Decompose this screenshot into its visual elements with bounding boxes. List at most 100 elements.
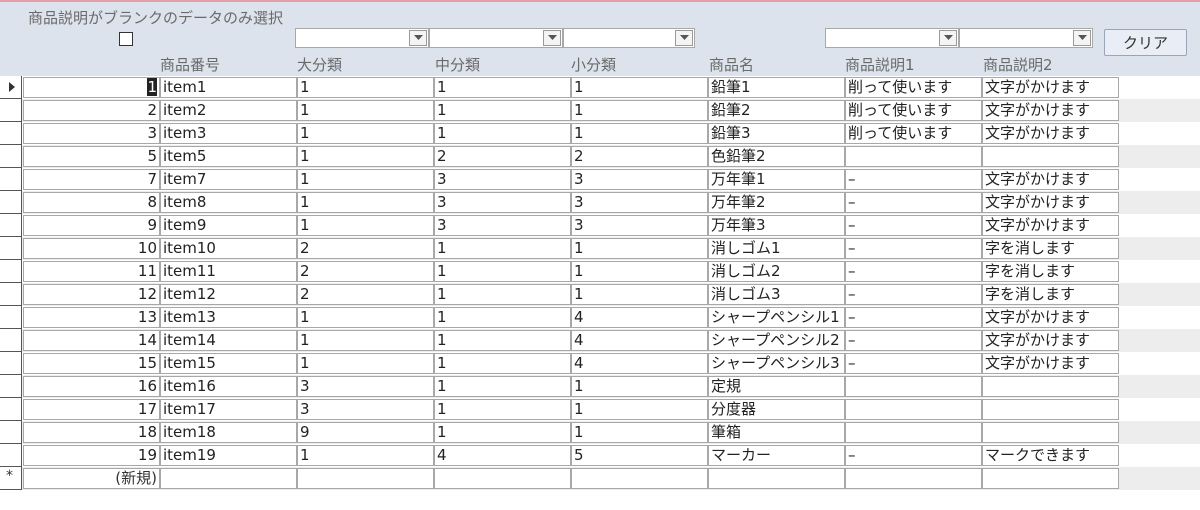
small-category-cell[interactable]: 3 xyxy=(571,192,708,213)
large-category-cell[interactable] xyxy=(297,468,434,489)
small-category-cell[interactable]: 1 xyxy=(571,422,708,443)
description2-cell[interactable] xyxy=(982,422,1119,443)
description1-cell[interactable] xyxy=(845,399,982,420)
small-category-cell[interactable]: 4 xyxy=(571,353,708,374)
record-selector[interactable] xyxy=(0,283,22,306)
item-code-cell[interactable]: item11 xyxy=(160,261,297,282)
record-selector[interactable]: * xyxy=(0,467,22,490)
description2-cell[interactable]: 文字がかけます xyxy=(982,307,1119,328)
record-number-cell[interactable]: 16 xyxy=(23,376,160,397)
middle-category-cell[interactable]: 3 xyxy=(434,169,571,190)
table-row[interactable]: 9 item9 1 3 3 万年筆3– 文字がかけます xyxy=(0,214,1200,237)
middle-category-cell[interactable]: 1 xyxy=(434,123,571,144)
middle-category-cell[interactable]: 1 xyxy=(434,261,571,282)
record-number-cell[interactable]: 19 xyxy=(23,445,160,466)
large-category-cell[interactable]: 1 xyxy=(297,77,434,98)
description1-cell[interactable]: – xyxy=(845,353,982,374)
small-category-cell[interactable]: 3 xyxy=(571,169,708,190)
product-name-cell[interactable]: 定規 xyxy=(708,376,845,397)
description1-cell[interactable]: 削って使います xyxy=(845,77,982,98)
middle-category-cell[interactable]: 1 xyxy=(434,77,571,98)
middle-category-cell[interactable] xyxy=(434,468,571,489)
description1-cell[interactable]: – xyxy=(845,284,982,305)
large-category-cell[interactable]: 3 xyxy=(297,376,434,397)
record-number-cell[interactable]: 14 xyxy=(23,330,160,351)
description1-cell[interactable]: 削って使います xyxy=(845,123,982,144)
item-code-cell[interactable]: item3 xyxy=(160,123,297,144)
product-name-cell[interactable] xyxy=(708,468,845,489)
record-selector[interactable] xyxy=(0,237,22,260)
product-name-cell[interactable]: 消しゴム1 xyxy=(708,238,845,259)
large-category-cell[interactable]: 1 xyxy=(297,215,434,236)
blank-only-checkbox[interactable] xyxy=(119,32,133,46)
record-number-cell[interactable]: 9 xyxy=(23,215,160,236)
product-name-cell[interactable]: 消しゴム2 xyxy=(708,261,845,282)
product-name-cell[interactable]: シャープペンシル3 xyxy=(708,353,845,374)
record-selector[interactable] xyxy=(0,352,22,375)
new-record-row[interactable]: * (新規) xyxy=(0,467,1200,490)
record-selector[interactable] xyxy=(0,375,22,398)
description1-cell[interactable]: – xyxy=(845,261,982,282)
small-category-cell[interactable]: 3 xyxy=(571,215,708,236)
small-category-cell[interactable]: 5 xyxy=(571,445,708,466)
description1-cell[interactable]: – xyxy=(845,330,982,351)
table-row[interactable]: 5 item5 1 2 2 色鉛筆2 xyxy=(0,145,1200,168)
middle-category-cell[interactable]: 1 xyxy=(434,238,571,259)
small-category-cell[interactable]: 1 xyxy=(571,376,708,397)
description2-cell[interactable] xyxy=(982,399,1119,420)
small-category-filter[interactable] xyxy=(563,28,695,48)
item-code-cell[interactable]: item15 xyxy=(160,353,297,374)
small-category-cell[interactable]: 4 xyxy=(571,330,708,351)
record-selector[interactable] xyxy=(0,76,22,99)
small-category-cell[interactable]: 1 xyxy=(571,100,708,121)
item-code-cell[interactable]: item8 xyxy=(160,192,297,213)
large-category-cell[interactable]: 1 xyxy=(297,169,434,190)
item-code-cell[interactable]: item14 xyxy=(160,330,297,351)
chevron-down-icon[interactable] xyxy=(675,30,693,46)
description2-cell[interactable] xyxy=(982,468,1119,489)
record-selector[interactable] xyxy=(0,122,22,145)
product-name-cell[interactable]: 消しゴム3 xyxy=(708,284,845,305)
large-category-cell[interactable]: 2 xyxy=(297,261,434,282)
large-category-cell[interactable]: 1 xyxy=(297,123,434,144)
item-code-cell[interactable]: item9 xyxy=(160,215,297,236)
small-category-cell[interactable]: 1 xyxy=(571,261,708,282)
record-selector[interactable] xyxy=(0,444,22,467)
item-code-cell[interactable]: item5 xyxy=(160,146,297,167)
record-number-cell[interactable]: 1 xyxy=(23,77,160,98)
small-category-cell[interactable]: 1 xyxy=(571,77,708,98)
record-number-cell[interactable]: 3 xyxy=(23,123,160,144)
chevron-down-icon[interactable] xyxy=(939,30,957,46)
description1-cell[interactable]: – xyxy=(845,169,982,190)
item-code-cell[interactable]: item12 xyxy=(160,284,297,305)
product-name-cell[interactable]: 万年筆2 xyxy=(708,192,845,213)
record-selector[interactable] xyxy=(0,421,22,444)
record-selector[interactable] xyxy=(0,329,22,352)
item-code-cell[interactable]: item19 xyxy=(160,445,297,466)
middle-category-cell[interactable]: 1 xyxy=(434,399,571,420)
table-row[interactable]: 2 item2 1 1 1 鉛筆2 削って使います 文字がかけます xyxy=(0,99,1200,122)
description1-cell[interactable] xyxy=(845,146,982,167)
middle-category-cell[interactable]: 1 xyxy=(434,100,571,121)
description2-cell[interactable]: 文字がかけます xyxy=(982,123,1119,144)
product-name-cell[interactable]: シャープペンシル1 xyxy=(708,307,845,328)
record-number-cell[interactable]: (新規) xyxy=(23,468,160,489)
description1-cell[interactable]: – xyxy=(845,445,982,466)
description2-cell[interactable]: 文字がかけます xyxy=(982,353,1119,374)
description2-cell[interactable]: 文字がかけます xyxy=(982,192,1119,213)
table-row[interactable]: 12 item12 2 1 1 消しゴム3– 字を消します xyxy=(0,283,1200,306)
product-name-cell[interactable]: 分度器 xyxy=(708,399,845,420)
description1-filter[interactable] xyxy=(825,28,959,48)
description2-cell[interactable]: 文字がかけます xyxy=(982,169,1119,190)
middle-category-cell[interactable]: 3 xyxy=(434,192,571,213)
description2-cell[interactable]: 字を消します xyxy=(982,238,1119,259)
item-code-cell[interactable]: item10 xyxy=(160,238,297,259)
record-selector[interactable] xyxy=(0,260,22,283)
table-row[interactable]: 7 item7 1 3 3 万年筆1– 文字がかけます xyxy=(0,168,1200,191)
item-code-cell[interactable]: item1 xyxy=(160,77,297,98)
table-row[interactable]: 15 item15 1 1 4 シャープペンシル3– 文字がかけます xyxy=(0,352,1200,375)
description1-cell[interactable]: – xyxy=(845,307,982,328)
description2-cell[interactable]: 文字がかけます xyxy=(982,215,1119,236)
middle-category-cell[interactable]: 1 xyxy=(434,376,571,397)
item-code-cell[interactable]: item7 xyxy=(160,169,297,190)
